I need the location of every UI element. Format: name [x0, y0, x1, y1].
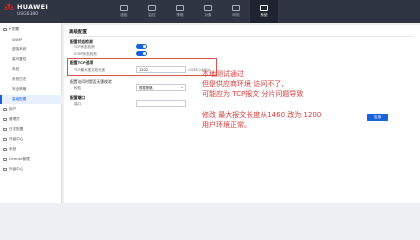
nav-label: 监控	[148, 13, 156, 17]
sidebar-item-label: SNMP	[12, 37, 23, 42]
monitor-icon	[148, 5, 156, 11]
sidebar-item-advanced[interactable]: 高级配置	[0, 95, 62, 104]
tcp-option-title: 配置TCP选项	[70, 60, 94, 65]
page-title: 高级配置	[69, 30, 87, 35]
sidebar-item-config[interactable]: ▾ 配置	[0, 25, 62, 34]
annotation-line: 本地测试通过	[202, 70, 244, 78]
sidebar-item-log-config[interactable]: 日志配置	[0, 125, 62, 134]
tcp-mss-value: 1200	[139, 67, 148, 72]
nav-label: 策略	[176, 13, 184, 17]
title-divider	[69, 36, 414, 37]
nav-dashboard[interactable]: 面板	[110, 0, 138, 23]
upgrade-icon	[3, 168, 7, 171]
sidebar-item-vsys[interactable]: 虚拟系统	[0, 45, 62, 54]
sidebar-item-security-policy[interactable]: 安全策略	[0, 85, 62, 94]
port-section-title: 配置端口	[70, 95, 86, 100]
icmp-state-toggle[interactable]	[136, 51, 147, 56]
port-label: 端口	[74, 102, 81, 106]
nav-policy[interactable]: 策略	[166, 0, 194, 23]
tcp-mss-label: TCP最大报文段长度	[74, 68, 105, 72]
sidebar-item-system-2[interactable]: 系统	[0, 145, 62, 154]
verify-section-title: 配置访问时是否无需校验	[70, 79, 112, 84]
system-icon	[3, 148, 7, 151]
verify-label: 校验	[74, 86, 81, 90]
annotation-line: 可能应为 TCP报文 分片问题导致	[202, 90, 304, 98]
log-icon	[3, 128, 7, 131]
icmp-state-label: ICMP状态检测	[74, 52, 97, 56]
nav-label: 面板	[120, 13, 128, 17]
tcp-mss-input[interactable]: 1200	[136, 66, 186, 73]
sidebar-item-upgrade-2[interactable]: 升级中心	[0, 165, 62, 174]
sidebar-item-label: 管理员	[9, 117, 20, 121]
sidebar-item-label: 日志配置	[9, 127, 24, 131]
admin-icon	[3, 118, 7, 121]
main-nav: 面板 监控 策略 对象 网络 系统	[110, 0, 278, 23]
tcp-state-label: TCP状态检测	[74, 45, 95, 49]
object-icon	[204, 5, 212, 11]
sidebar-item-snmp[interactable]: SNMP	[0, 35, 62, 44]
verify-select-value: 根据策略	[139, 86, 153, 90]
apply-button[interactable]: 应用	[367, 114, 388, 121]
sidebar-item-label: License管理	[9, 157, 30, 161]
nav-label: 网络	[232, 13, 240, 17]
annotation-line: 修改 最大报文长度从1460 改为 1200	[202, 111, 322, 119]
annotation-line: 但是供应商环境 访问不了,	[202, 80, 284, 88]
sidebar-item-label: 高可靠性	[12, 57, 27, 61]
license-icon	[3, 158, 7, 161]
sidebar-item-label: 系统	[9, 147, 17, 151]
top-bar: HUAWEI USG6380 面板 监控 策略 对象 网络 系统	[0, 0, 420, 23]
sidebar-item-label: 用户	[9, 107, 17, 111]
sidebar: ▾ 配置 SNMP 虚拟系统 高可靠性 系统 系统日志 安全策略 高级配置 用户…	[0, 23, 62, 203]
chevron-down-icon	[181, 87, 183, 89]
sidebar-item-label: ▾ 配置	[9, 27, 20, 31]
annotation-line: 用户环境正常。	[202, 121, 251, 129]
sidebar-item-syslog[interactable]: 系统日志	[0, 75, 62, 84]
sidebar-item-label: 系统日志	[12, 77, 27, 81]
dashboard-icon	[120, 5, 128, 11]
upgrade-icon	[3, 138, 7, 141]
sidebar-item-label: 升级中心	[9, 167, 24, 171]
sidebar-item-license[interactable]: License管理	[0, 155, 62, 164]
nav-object[interactable]: 对象	[194, 0, 222, 23]
port-input[interactable]	[136, 100, 186, 107]
device-model: USG6380	[17, 12, 39, 17]
nav-system[interactable]: 系统	[250, 0, 278, 23]
nav-label: 系统	[260, 13, 268, 17]
nav-network[interactable]: 网络	[222, 0, 250, 23]
sidebar-item-ha[interactable]: 高可靠性	[0, 55, 62, 64]
sidebar-item-label: 系统	[12, 67, 20, 71]
verify-select[interactable]: 根据策略	[136, 84, 186, 91]
user-icon	[3, 108, 7, 111]
tcp-state-toggle[interactable]	[136, 44, 147, 49]
system-icon	[260, 5, 268, 11]
settings-icon	[3, 28, 7, 31]
sidebar-item-label: 安全策略	[12, 87, 27, 91]
nav-monitor[interactable]: 监控	[138, 0, 166, 23]
nav-label: 对象	[204, 13, 212, 17]
policy-icon	[176, 5, 184, 11]
huawei-logo-icon	[4, 3, 14, 10]
network-icon	[232, 5, 240, 11]
sidebar-item-label: 虚拟系统	[12, 47, 27, 51]
sidebar-item-system[interactable]: 系统	[0, 65, 62, 74]
sidebar-item-label: 升级中心	[9, 137, 24, 141]
sidebar-item-admin[interactable]: 管理员	[0, 115, 62, 124]
brand-name: HUAWEI	[17, 3, 49, 11]
sidebar-item-users[interactable]: 用户	[0, 105, 62, 114]
sidebar-item-upgrade[interactable]: 升级中心	[0, 135, 62, 144]
sidebar-item-label: 高级配置	[12, 97, 27, 101]
